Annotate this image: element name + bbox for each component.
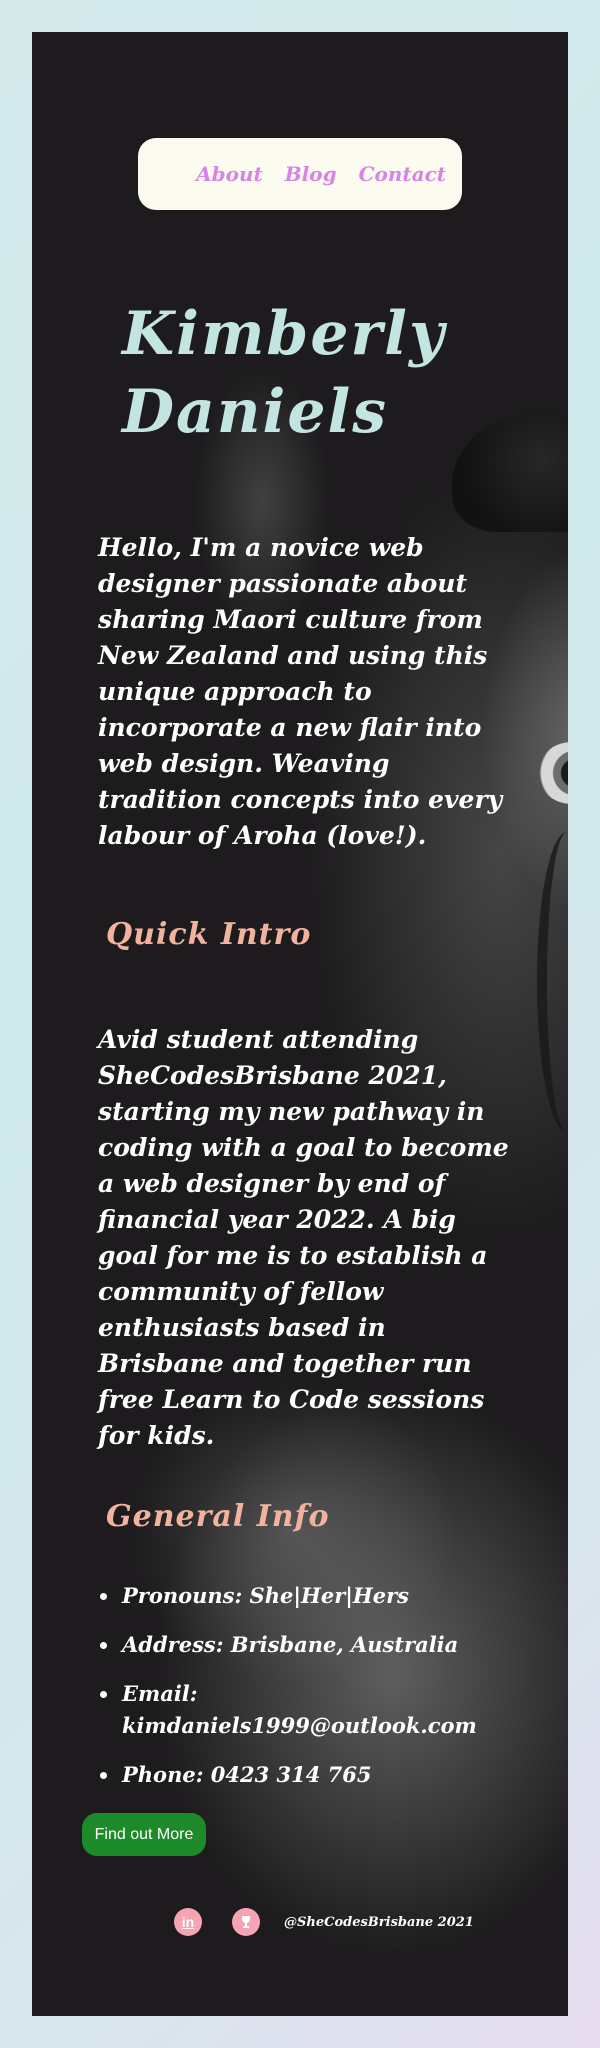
top-nav: About Blog Contact bbox=[138, 138, 462, 210]
footer-credit: @SheCodesBrisbane 2021 bbox=[284, 1914, 474, 1930]
footer: in @SheCodesBrisbane 2021 bbox=[174, 1908, 474, 1936]
linkedin-glyph: in bbox=[181, 1914, 195, 1930]
trophy-glyph bbox=[242, 1916, 250, 1928]
find-out-more-button[interactable]: Find out More bbox=[82, 1813, 206, 1856]
linkedin-icon[interactable]: in bbox=[174, 1908, 202, 1936]
quick-intro-heading: Quick Intro bbox=[106, 917, 312, 952]
page-card: About Blog Contact Kimberly Daniels Hell… bbox=[32, 32, 568, 2016]
quick-intro-paragraph: Avid student attending SheCodesBrisbane … bbox=[98, 1025, 509, 1450]
trophy-icon[interactable] bbox=[232, 1908, 260, 1936]
nav-link-blog[interactable]: Blog bbox=[285, 162, 337, 186]
general-info-heading: General Info bbox=[106, 1499, 330, 1534]
info-pronouns: Pronouns: She|Her|Hers bbox=[98, 1580, 518, 1612]
page-title: Kimberly Daniels bbox=[122, 299, 446, 447]
nav-link-contact[interactable]: Contact bbox=[359, 162, 446, 186]
general-info-list: Pronouns: She|Her|Hers Address: Brisbane… bbox=[98, 1580, 518, 1808]
nav-link-about[interactable]: About bbox=[196, 162, 263, 186]
intro-paragraph: Hello, I'm a novice web designer passion… bbox=[98, 533, 503, 850]
info-phone: Phone: 0423 314 765 bbox=[98, 1759, 518, 1791]
info-email: Email: kimdaniels1999@outlook.com bbox=[98, 1678, 518, 1742]
info-address: Address: Brisbane, Australia bbox=[98, 1629, 518, 1661]
